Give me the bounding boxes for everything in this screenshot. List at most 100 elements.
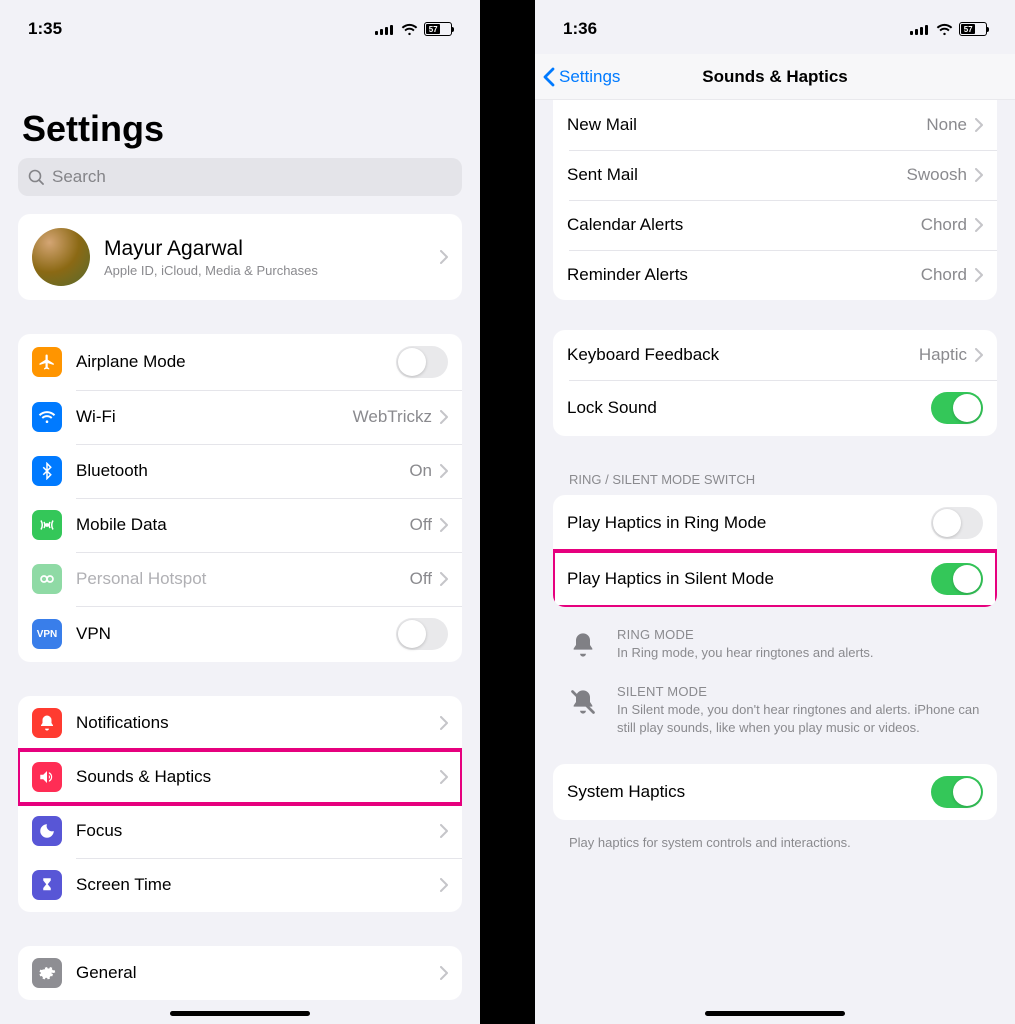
vpn-icon: VPN: [32, 619, 62, 649]
system-haptics-row[interactable]: System Haptics: [553, 764, 997, 820]
haptics-silent-mode-toggle[interactable]: [931, 563, 983, 595]
bell-icon: [569, 631, 597, 664]
sounds-haptics-screen: 1:36 57 Settings Sounds & Haptics New Ma…: [535, 0, 1015, 1024]
settings-root-screen: 1:35 57 Settings Search Mayur Agarwal Ap…: [0, 0, 480, 1024]
calendar-alerts-value: Chord: [921, 215, 967, 235]
focus-row[interactable]: Focus: [18, 804, 462, 858]
new-mail-value: None: [926, 115, 967, 135]
bluetooth-icon: [32, 456, 62, 486]
wifi-label: Wi-Fi: [76, 407, 353, 427]
ring-mode-info: RING MODE In Ring mode, you hear rington…: [535, 623, 1015, 680]
silent-mode-info: SILENT MODE In Silent mode, you don't he…: [535, 680, 1015, 764]
cellular-icon: [375, 23, 395, 35]
general-row[interactable]: General: [18, 946, 462, 1000]
chevron-right-icon: [975, 118, 983, 132]
vpn-row[interactable]: VPN VPN: [18, 606, 462, 662]
search-icon: [28, 169, 44, 185]
status-indicators: 57: [910, 22, 987, 36]
chevron-right-icon: [975, 268, 983, 282]
silent-mode-info-text: In Silent mode, you don't hear ringtones…: [617, 701, 981, 736]
vpn-label: VPN: [76, 624, 396, 644]
lock-sound-toggle[interactable]: [931, 392, 983, 424]
battery-icon: 57: [424, 22, 452, 36]
screentime-label: Screen Time: [76, 875, 440, 895]
general-group: General: [18, 946, 462, 1000]
airplane-toggle[interactable]: [396, 346, 448, 378]
ring-mode-info-title: RING MODE: [617, 627, 874, 642]
hotspot-row[interactable]: Personal Hotspot Off: [18, 552, 462, 606]
bluetooth-label: Bluetooth: [76, 461, 409, 481]
screenshot-divider: [480, 0, 535, 1024]
apple-id-row[interactable]: Mayur Agarwal Apple ID, iCloud, Media & …: [18, 214, 462, 300]
chevron-right-icon: [975, 348, 983, 362]
wifi-row[interactable]: Wi-Fi WebTrickz: [18, 390, 462, 444]
page-title: Settings: [0, 54, 480, 158]
chevron-right-icon: [975, 218, 983, 232]
mobile-data-label: Mobile Data: [76, 515, 410, 535]
airplane-mode-row[interactable]: Airplane Mode: [18, 334, 462, 390]
sent-mail-row[interactable]: Sent Mail Swoosh: [553, 150, 997, 200]
lock-sound-label: Lock Sound: [567, 398, 931, 418]
avatar: [32, 228, 90, 286]
notifications-row[interactable]: Notifications: [18, 696, 462, 750]
back-button[interactable]: Settings: [535, 67, 620, 87]
calendar-alerts-row[interactable]: Calendar Alerts Chord: [553, 200, 997, 250]
reminder-alerts-label: Reminder Alerts: [567, 265, 921, 285]
new-mail-row[interactable]: New Mail None: [553, 100, 997, 150]
notifications-icon: [32, 708, 62, 738]
moon-icon: [32, 816, 62, 846]
wifi-icon: [936, 23, 953, 36]
haptics-ring-mode-row[interactable]: Play Haptics in Ring Mode: [553, 495, 997, 551]
haptics-ring-mode-toggle[interactable]: [931, 507, 983, 539]
hotspot-label: Personal Hotspot: [76, 569, 410, 589]
home-indicator[interactable]: [705, 1011, 845, 1016]
chevron-right-icon: [440, 464, 448, 478]
chevron-right-icon: [440, 410, 448, 424]
mobile-data-row[interactable]: Mobile Data Off: [18, 498, 462, 552]
speaker-icon: [32, 762, 62, 792]
search-input[interactable]: Search: [18, 158, 462, 196]
haptics-silent-mode-row[interactable]: Play Haptics in Silent Mode: [553, 551, 997, 607]
hotspot-icon: [32, 564, 62, 594]
sent-mail-value: Swoosh: [907, 165, 967, 185]
keyboard-lock-group: Keyboard Feedback Haptic Lock Sound: [553, 330, 997, 436]
profile-name: Mayur Agarwal: [104, 237, 440, 261]
system-haptics-group: System Haptics: [553, 764, 997, 820]
back-label: Settings: [559, 67, 620, 87]
haptics-silent-mode-label: Play Haptics in Silent Mode: [567, 569, 931, 589]
gear-icon: [32, 958, 62, 988]
bluetooth-value: On: [409, 461, 432, 481]
wifi-value: WebTrickz: [353, 407, 432, 427]
screentime-row[interactable]: Screen Time: [18, 858, 462, 912]
sounds-haptics-row[interactable]: Sounds & Haptics: [18, 750, 462, 804]
system-haptics-toggle[interactable]: [931, 776, 983, 808]
airplane-icon: [32, 347, 62, 377]
wifi-icon: [32, 402, 62, 432]
lock-sound-row[interactable]: Lock Sound: [553, 380, 997, 436]
system-haptics-footer: Play haptics for system controls and int…: [535, 826, 1015, 852]
keyboard-feedback-value: Haptic: [919, 345, 967, 365]
sound-assignments-group: New Mail None Sent Mail Swoosh Calendar …: [553, 100, 997, 300]
chevron-right-icon: [440, 824, 448, 838]
chevron-right-icon: [440, 572, 448, 586]
search-placeholder: Search: [52, 167, 106, 187]
calendar-alerts-label: Calendar Alerts: [567, 215, 921, 235]
chevron-right-icon: [440, 878, 448, 892]
vpn-toggle[interactable]: [396, 618, 448, 650]
keyboard-feedback-row[interactable]: Keyboard Feedback Haptic: [553, 330, 997, 380]
hotspot-value: Off: [410, 569, 432, 589]
cellular-icon: [910, 23, 930, 35]
chevron-left-icon: [543, 67, 555, 87]
battery-icon: 57: [959, 22, 987, 36]
hourglass-icon: [32, 870, 62, 900]
status-bar: 1:36 57: [535, 0, 1015, 54]
reminder-alerts-row[interactable]: Reminder Alerts Chord: [553, 250, 997, 300]
chevron-right-icon: [440, 716, 448, 730]
bluetooth-row[interactable]: Bluetooth On: [18, 444, 462, 498]
silent-mode-info-title: SILENT MODE: [617, 684, 981, 699]
profile-group: Mayur Agarwal Apple ID, iCloud, Media & …: [18, 214, 462, 300]
status-time: 1:35: [28, 19, 62, 39]
mobile-data-value: Off: [410, 515, 432, 535]
home-indicator[interactable]: [170, 1011, 310, 1016]
alerts-group: Notifications Sounds & Haptics Focus Scr…: [18, 696, 462, 912]
